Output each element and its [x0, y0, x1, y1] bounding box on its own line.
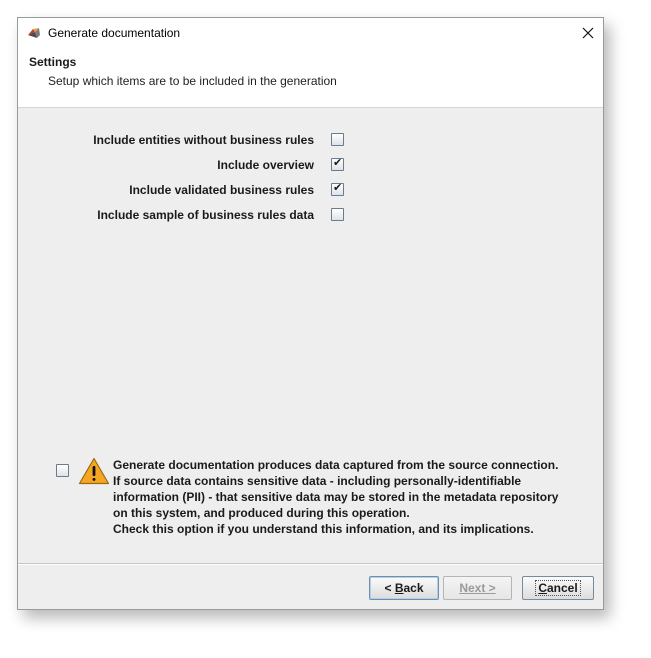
warning-line: Check this option if you understand this…	[113, 522, 534, 536]
option-label: Include sample of business rules data	[97, 208, 314, 222]
checkmark-icon: ✔	[333, 157, 343, 169]
back-prefix: <	[384, 581, 395, 595]
warning-line: on this system, and produced during this…	[113, 506, 410, 520]
option-checkbox[interactable]: ✔	[331, 182, 344, 196]
option-label: Include validated business rules	[129, 183, 314, 197]
cancel-mnemonic: C	[538, 581, 547, 595]
cancel-focus-ring: Cancel	[535, 580, 581, 596]
next-label: Next >	[459, 581, 496, 595]
back-label-rest: ack	[403, 581, 424, 595]
button-separator	[18, 563, 603, 565]
window-title: Generate documentation	[48, 26, 181, 40]
warning-line: If source data contains sensitive data -…	[113, 474, 522, 488]
app-icon	[26, 25, 42, 41]
warning-line: information (PII) - that sensitive data …	[113, 490, 559, 504]
option-label: Include overview	[217, 158, 314, 172]
page-title: Settings	[29, 55, 77, 69]
option-label: Include entities without business rules	[93, 133, 314, 147]
page-subtitle: Setup which items are to be included in …	[48, 74, 337, 88]
warning-line: Generate documentation produces data cap…	[113, 458, 559, 472]
option-sample-data: Include sample of business rules data	[18, 206, 603, 226]
option-entities-without-rules: Include entities without business rules	[18, 131, 603, 151]
option-validated-rules: Include validated business rules ✔	[18, 181, 603, 201]
option-checkbox[interactable]: ✔	[331, 157, 344, 171]
checkmark-icon: ✔	[333, 182, 343, 194]
close-button[interactable]	[573, 18, 603, 48]
option-overview: Include overview ✔	[18, 156, 603, 176]
wizard-header: Settings Setup which items are to be inc…	[18, 48, 603, 108]
sensitive-data-warning: Generate documentation produces data cap…	[113, 457, 583, 537]
close-icon	[582, 27, 594, 39]
title-bar: Generate documentation	[18, 18, 603, 48]
generate-documentation-dialog: Generate documentation Settings Setup wh…	[17, 17, 604, 610]
acknowledge-checkbox[interactable]	[56, 464, 69, 477]
warning-triangle-icon	[78, 457, 110, 485]
cancel-label-rest: ancel	[546, 581, 578, 595]
back-button[interactable]: < Back	[369, 576, 439, 600]
cancel-button[interactable]: Cancel	[522, 576, 594, 600]
option-checkbox[interactable]	[331, 133, 344, 146]
next-button[interactable]: Next >	[443, 576, 512, 600]
option-checkbox[interactable]	[331, 208, 344, 221]
